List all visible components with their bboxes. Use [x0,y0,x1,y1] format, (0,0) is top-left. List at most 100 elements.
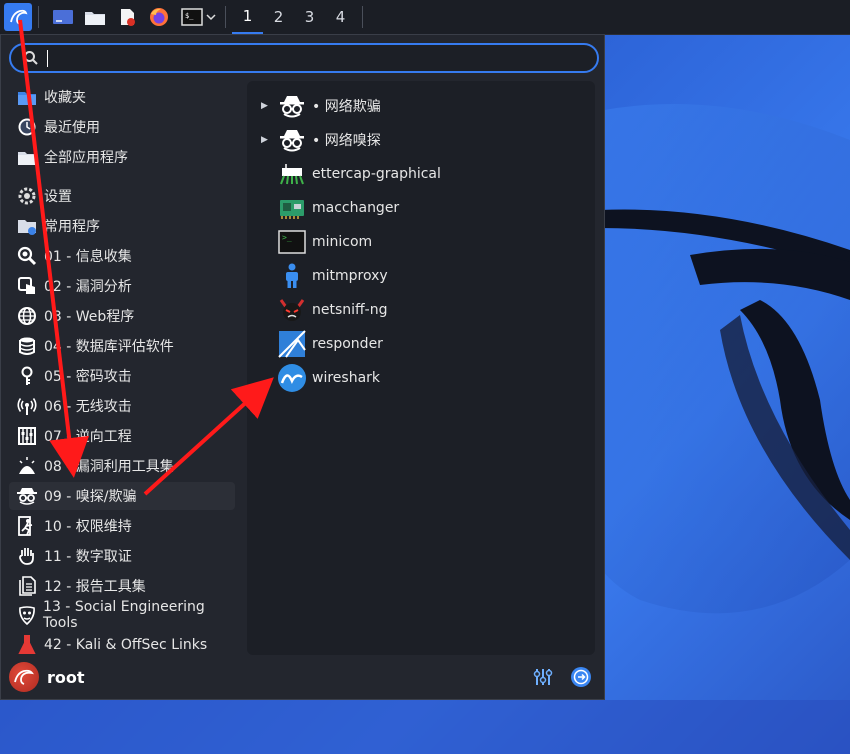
wireshark-fin-icon [277,363,307,393]
category-08[interactable]: 08 - 漏洞利用工具集 [9,452,235,480]
key-icon [16,365,38,387]
chevron-down-icon[interactable] [205,12,216,22]
documents-icon [16,575,38,597]
category-label: 收藏夹 [44,90,86,106]
show-desktop-button[interactable] [49,3,77,31]
category-07[interactable]: 07 - 逆向工程 [9,422,235,450]
category-09[interactable]: 09 - 嗅探/欺骗 [9,482,235,510]
svg-text:>_: >_ [282,233,292,242]
database-icon [16,335,38,357]
app-macchanger[interactable]: macchanger [247,193,595,223]
folder-star-icon [16,86,38,108]
text-editor-button[interactable] [113,3,141,31]
category-label: 09 - 嗅探/欺骗 [44,489,137,505]
globe-icon [16,305,38,327]
search-icon [24,51,38,65]
folder-icon [85,12,105,25]
file-manager-button[interactable] [81,3,109,31]
logout-icon [571,667,591,687]
category-label: 07 - 逆向工程 [44,429,132,445]
category-all-apps[interactable]: 全部应用程序 [9,143,235,171]
spy-icon [16,485,38,507]
folder-user-icon [16,215,38,237]
category-label: 06 - 无线攻击 [44,399,132,415]
terminal-button[interactable]: $_ [177,3,219,31]
kali-flask-icon [16,634,38,656]
category-label: 全部应用程序 [44,150,128,166]
app-label: • 网络嗅探 [312,133,381,149]
username: root [47,667,85,687]
app-responder[interactable]: responder [247,329,595,359]
menu-footer: root [1,655,604,699]
app-minicom[interactable]: >_ minicom [247,227,595,257]
taskbar-separator [225,6,226,28]
category-label: 04 - 数据库评估软件 [44,339,174,355]
category-04[interactable]: 04 - 数据库评估软件 [9,332,235,360]
logout-button[interactable] [569,665,593,689]
category-02[interactable]: 02 - 漏洞分析 [9,272,235,300]
category-settings[interactable]: 设置 [9,182,235,210]
category-11[interactable]: 11 - 数字取证 [9,542,235,570]
category-label: 01 - 信息收集 [44,249,132,265]
app-label: netsniff-ng [312,302,388,318]
network-card-icon [277,193,307,223]
terminal-icon: >_ [277,227,307,257]
terminal-icon: $_ [180,8,203,26]
category-label: 常用程序 [44,219,100,235]
settings-button[interactable] [531,665,555,689]
svg-text:$_: $_ [185,12,194,20]
category-label: 12 - 报告工具集 [44,579,146,595]
category-label: 最近使用 [44,120,100,136]
category-label: 05 - 密码攻击 [44,369,132,385]
app-label: responder [312,336,383,352]
expand-arrow-icon[interactable]: ▶ [261,135,273,145]
circuit-icon [16,425,38,447]
category-06[interactable]: 06 - 无线攻击 [9,392,235,420]
category-favorites[interactable]: 收藏夹 [9,83,235,111]
kali-dragon-icon [14,669,34,685]
workspace-3[interactable]: 3 [294,0,325,34]
firefox-button[interactable] [145,3,173,31]
category-recent[interactable]: 最近使用 [9,113,235,141]
taskbar-separator [38,6,39,28]
category-05[interactable]: 05 - 密码攻击 [9,362,235,390]
category-03[interactable]: 03 - Web程序 [9,302,235,330]
app-netsniff-ng[interactable]: netsniff-ng [247,295,595,325]
app-folder-network-spoofing[interactable]: ▶ • 网络欺骗 [247,91,595,121]
spy-icon [277,91,307,121]
taskbar-separator [362,6,363,28]
explosion-icon [16,455,38,477]
category-label: 10 - 权限维持 [44,519,132,535]
category-12[interactable]: 12 - 报告工具集 [9,572,235,600]
kali-dragon-icon [10,9,28,25]
app-label: minicom [312,234,373,250]
category-01[interactable]: 01 - 信息收集 [9,242,235,270]
avatar[interactable] [9,662,39,692]
category-10[interactable]: 10 - 权限维持 [9,512,235,540]
category-label: 02 - 漏洞分析 [44,279,132,295]
search-box[interactable] [9,43,599,73]
spy-icon [277,125,307,155]
social-mask-icon [16,604,37,626]
app-label: macchanger [312,200,400,216]
category-13[interactable]: 13 - Social Engineering Tools [9,599,235,631]
search-input[interactable] [45,48,589,70]
magnifier-icon [16,245,38,267]
expand-arrow-icon[interactable]: ▶ [261,101,273,111]
category-usual-apps[interactable]: 常用程序 [9,212,235,240]
settings-sliders-icon [533,669,553,685]
kali-menu-button[interactable] [4,3,32,31]
category-label: 42 - Kali & OffSec Links [44,637,208,653]
app-ettercap-graphical[interactable]: ettercap-graphical [247,159,595,189]
clock-icon [16,116,38,138]
folder-apps-icon [16,146,38,168]
workspace-1[interactable]: 1 [232,0,263,34]
workspace-4[interactable]: 4 [325,0,356,34]
application-menu: 收藏夹 最近使用 全部应用程序 设置 常用程序 01 - 信息收集 02 - 漏… [0,34,605,700]
app-mitmproxy[interactable]: mitmproxy [247,261,595,291]
app-list-panel: ▶ • 网络欺骗 ▶ • 网络嗅探 ettercap-graphical mac… [247,81,595,655]
app-wireshark[interactable]: wireshark [247,363,595,393]
responder-icon [277,329,307,359]
workspace-2[interactable]: 2 [263,0,294,34]
app-folder-network-sniffing[interactable]: ▶ • 网络嗅探 [247,125,595,155]
